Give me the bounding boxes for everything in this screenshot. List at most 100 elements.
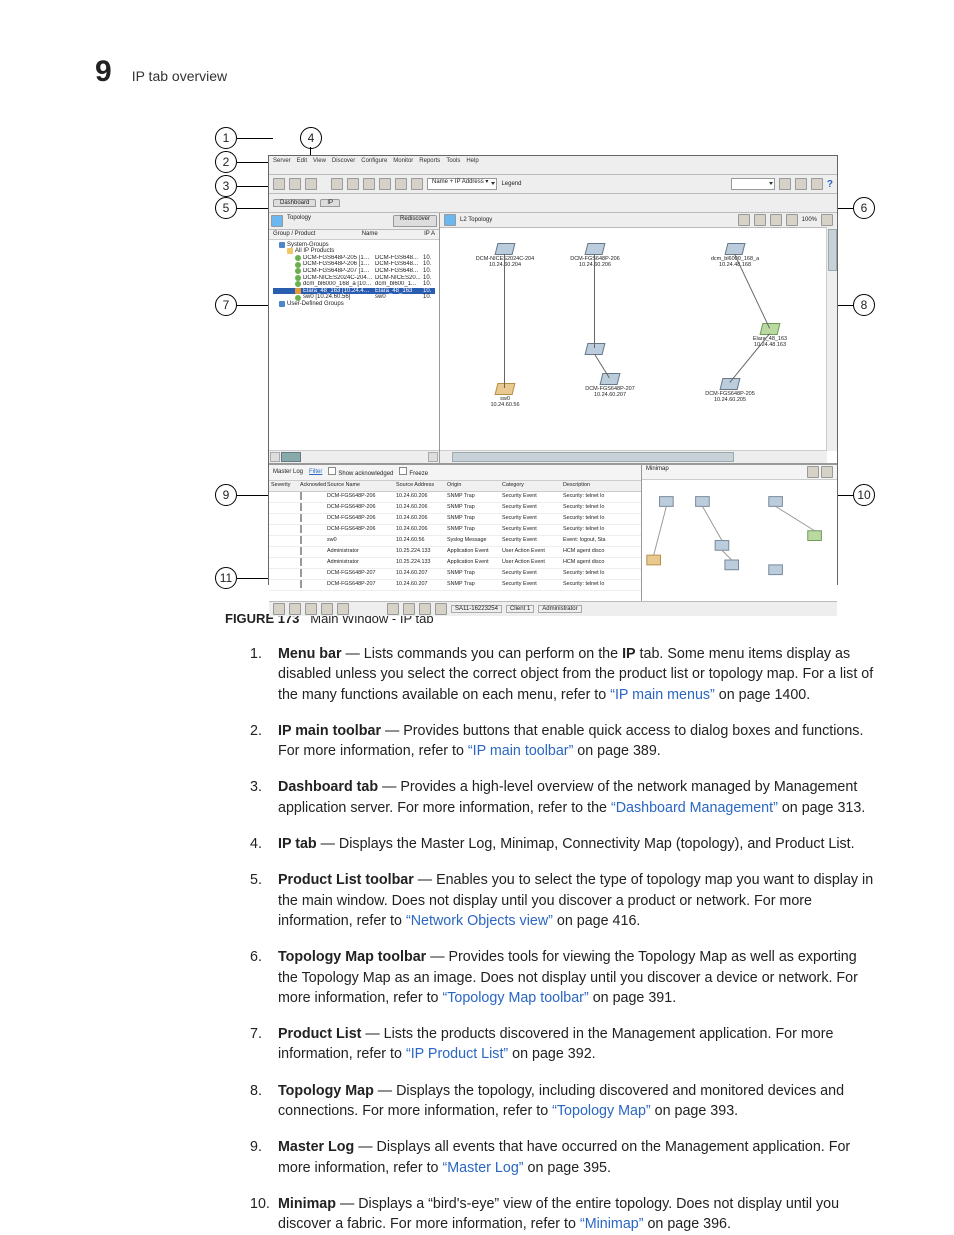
log-row[interactable]: DCM-FGS648P-20610.24.60.206SNMP TrapSecu… bbox=[269, 514, 641, 525]
toolbar-dropdown-small[interactable] bbox=[731, 178, 775, 190]
product-list-hscroll[interactable] bbox=[269, 450, 439, 463]
tree-root[interactable]: System-Groups bbox=[273, 242, 435, 249]
zoom-level[interactable]: 100% bbox=[802, 217, 817, 224]
toolbar-icon[interactable] bbox=[379, 178, 391, 190]
scroll-thumb[interactable] bbox=[452, 452, 734, 462]
topology-vscroll[interactable] bbox=[826, 227, 837, 451]
log-row[interactable]: DCM-FGS648P-20610.24.60.206SNMP TrapSecu… bbox=[269, 503, 641, 514]
toolbar-icon[interactable] bbox=[289, 178, 301, 190]
tree-node[interactable]: DCM-NICES2024C-204 [10.24.60.2...DCM-NIC… bbox=[273, 275, 435, 282]
ack-checkbox[interactable] bbox=[300, 558, 302, 566]
toolbar-icon[interactable] bbox=[811, 178, 823, 190]
ack-checkbox[interactable] bbox=[300, 580, 302, 588]
topo-icon[interactable] bbox=[271, 215, 283, 227]
topology-device[interactable]: DCM-FGS648P-20610.24.60.206 bbox=[560, 243, 630, 268]
tab-ip[interactable]: IP bbox=[320, 199, 340, 208]
ack-checkbox[interactable] bbox=[300, 525, 302, 533]
topology-device[interactable]: sw010.24.60.56 bbox=[470, 383, 540, 408]
toolbar-icon[interactable] bbox=[411, 178, 423, 190]
minimap-icon[interactable] bbox=[807, 466, 819, 478]
topology-hscroll[interactable] bbox=[440, 450, 827, 463]
cross-reference-link[interactable]: “IP main menus” bbox=[610, 687, 715, 703]
col-source-name[interactable]: Source Name bbox=[327, 483, 395, 489]
status-icon[interactable] bbox=[435, 603, 447, 615]
product-tree[interactable]: System-Groups All IP Products DCM-FGS648… bbox=[269, 240, 439, 450]
log-row[interactable]: Administrator10.25.224.133Application Ev… bbox=[269, 547, 641, 558]
log-row[interactable]: sw010.24.60.56Syslog MessageSecurity Eve… bbox=[269, 536, 641, 547]
col-description[interactable]: Description bbox=[563, 483, 633, 489]
toolbar-icon[interactable] bbox=[305, 178, 317, 190]
tab-dashboard[interactable]: Dashboard bbox=[273, 199, 316, 208]
toolbar-icon[interactable] bbox=[795, 178, 807, 190]
cross-reference-link[interactable]: “Dashboard Management” bbox=[611, 800, 778, 816]
topology-device[interactable]: DCM-FGS648P-20710.24.60.207 bbox=[575, 373, 645, 398]
topo-tool-icon[interactable] bbox=[786, 214, 798, 226]
menu-reports[interactable]: Reports bbox=[419, 158, 440, 172]
ack-checkbox[interactable] bbox=[300, 536, 302, 544]
menu-bar[interactable]: Server Edit View Discover Configure Moni… bbox=[269, 156, 837, 175]
log-row[interactable]: DCM-FGS648P-20610.24.60.206SNMP TrapSecu… bbox=[269, 525, 641, 536]
topo-dropdown-label[interactable]: Topology bbox=[287, 215, 311, 227]
topo-tool-icon[interactable] bbox=[821, 214, 833, 226]
menu-configure[interactable]: Configure bbox=[361, 158, 387, 172]
col-category[interactable]: Category bbox=[502, 483, 562, 489]
cross-reference-link[interactable]: “Topology Map” bbox=[552, 1103, 651, 1119]
toolbar-icon[interactable] bbox=[779, 178, 791, 190]
menu-monitor[interactable]: Monitor bbox=[393, 158, 413, 172]
col-source-addr[interactable]: Source Address bbox=[396, 483, 446, 489]
menu-server[interactable]: Server bbox=[273, 158, 291, 172]
toolbar-icon[interactable] bbox=[331, 178, 343, 190]
tree-user-groups[interactable]: User-Defined Groups bbox=[273, 301, 435, 308]
topo-tool-icon[interactable] bbox=[738, 214, 750, 226]
topo-header-icon[interactable] bbox=[444, 214, 456, 226]
cross-reference-link[interactable]: “Minimap” bbox=[580, 1216, 644, 1232]
cross-reference-link[interactable]: “IP main toolbar” bbox=[468, 743, 573, 759]
topo-tool-icon[interactable] bbox=[770, 214, 782, 226]
status-icon[interactable] bbox=[387, 603, 399, 615]
tree-node[interactable]: Elara_48_163 [10.24.48.163]Elara_48_1631… bbox=[273, 288, 435, 295]
ack-checkbox[interactable] bbox=[300, 514, 302, 522]
toolbar-icon[interactable] bbox=[363, 178, 375, 190]
scroll-thumb[interactable] bbox=[281, 452, 301, 462]
status-icon[interactable] bbox=[419, 603, 431, 615]
toolbar-icon[interactable] bbox=[273, 178, 285, 190]
show-ack-checkbox[interactable]: Show acknowledged bbox=[328, 467, 393, 478]
cross-reference-link[interactable]: “Topology Map toolbar” bbox=[442, 990, 588, 1006]
topo-tool-icon[interactable] bbox=[754, 214, 766, 226]
cross-reference-link[interactable]: “Master Log” bbox=[442, 1160, 523, 1176]
filter-link[interactable]: Filter bbox=[309, 469, 322, 476]
status-icon[interactable] bbox=[289, 603, 301, 615]
minimap-icon[interactable] bbox=[821, 466, 833, 478]
rediscover-button[interactable]: Rediscover bbox=[393, 215, 437, 227]
log-row[interactable]: DCM-FGS648P-20710.24.60.207SNMP TrapSecu… bbox=[269, 580, 641, 591]
log-row[interactable]: DCM-FGS648P-20610.24.60.206SNMP TrapSecu… bbox=[269, 492, 641, 503]
menu-help[interactable]: Help bbox=[466, 158, 478, 172]
scroll-thumb[interactable] bbox=[828, 229, 837, 271]
col-severity[interactable]: Severity bbox=[271, 483, 299, 489]
tree-all[interactable]: All IP Products bbox=[273, 248, 435, 255]
menu-view[interactable]: View bbox=[313, 158, 326, 172]
status-icon[interactable] bbox=[321, 603, 333, 615]
log-row[interactable]: Administrator10.25.224.133Application Ev… bbox=[269, 558, 641, 569]
topology-device[interactable]: DCM-NICES2024C-20410.24.60.204 bbox=[470, 243, 540, 268]
help-icon[interactable]: ? bbox=[827, 179, 833, 190]
cross-reference-link[interactable]: “IP Product List” bbox=[406, 1046, 508, 1062]
col-ack[interactable]: Acknowled bbox=[300, 483, 326, 489]
menu-edit[interactable]: Edit bbox=[297, 158, 307, 172]
col-name[interactable]: Name bbox=[362, 231, 378, 238]
tree-node[interactable]: DCM-FGS648P-207 [10.24.60.207]DCM-FGS648… bbox=[273, 268, 435, 275]
menu-tools[interactable]: Tools bbox=[446, 158, 460, 172]
status-icon[interactable] bbox=[305, 603, 317, 615]
cross-reference-link[interactable]: “Network Objects view” bbox=[406, 913, 553, 929]
freeze-checkbox[interactable]: Freeze bbox=[399, 467, 428, 478]
topology-map-pane[interactable]: L2 Topology 100% DCM-NICES2024C-20410.24… bbox=[440, 213, 837, 463]
name-ip-dropdown[interactable]: Name + IP Address ▾ bbox=[427, 178, 497, 190]
menu-discover[interactable]: Discover bbox=[332, 158, 355, 172]
ack-checkbox[interactable] bbox=[300, 503, 302, 511]
col-origin[interactable]: Origin bbox=[447, 483, 501, 489]
topology-device[interactable]: Elara_48_16310.24.48.163 bbox=[735, 323, 805, 348]
tree-node[interactable]: sw0 [10.24.60.56]sw010. bbox=[273, 294, 435, 301]
ack-checkbox[interactable] bbox=[300, 492, 302, 500]
minimap-view[interactable] bbox=[642, 480, 837, 601]
status-icon[interactable] bbox=[273, 603, 285, 615]
